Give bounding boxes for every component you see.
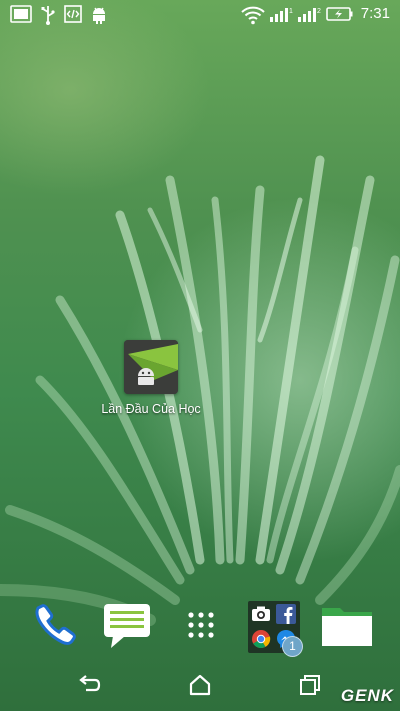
all-apps-icon[interactable] <box>174 598 228 652</box>
android-debug-icon <box>93 7 105 24</box>
battery-charging-icon <box>326 7 353 21</box>
usb-icon <box>41 6 55 25</box>
wifi-icon <box>241 6 265 25</box>
messages-icon[interactable] <box>101 598 155 652</box>
signal-1-icon: 1 <box>270 8 293 22</box>
gallery-icon <box>10 5 32 23</box>
notification-badge: 1 <box>282 636 303 657</box>
home-icon[interactable] <box>187 672 213 698</box>
status-bar: 1 2 7:31 <box>0 0 400 30</box>
camera-icon <box>252 606 270 621</box>
svg-text:2: 2 <box>317 8 321 15</box>
back-icon[interactable] <box>76 672 102 698</box>
svg-text:1: 1 <box>289 8 293 15</box>
recent-apps-icon[interactable] <box>298 672 324 698</box>
chrome-icon <box>252 630 271 649</box>
phone-icon[interactable] <box>28 598 82 652</box>
status-clock: 7:31 <box>360 5 390 22</box>
signal-2-icon: 2 <box>298 8 321 22</box>
facebook-icon <box>276 604 296 624</box>
file-manager-icon[interactable] <box>320 598 374 652</box>
desktop-app-shortcut[interactable]: Lần Đầu Của Học <box>100 340 202 416</box>
android-airdroid-icon <box>124 340 178 394</box>
developer-code-icon <box>64 5 82 23</box>
dock <box>0 598 400 658</box>
genk-watermark-logo: GENK <box>340 686 394 705</box>
desktop-app-label: Lần Đầu Của Học <box>101 402 201 416</box>
